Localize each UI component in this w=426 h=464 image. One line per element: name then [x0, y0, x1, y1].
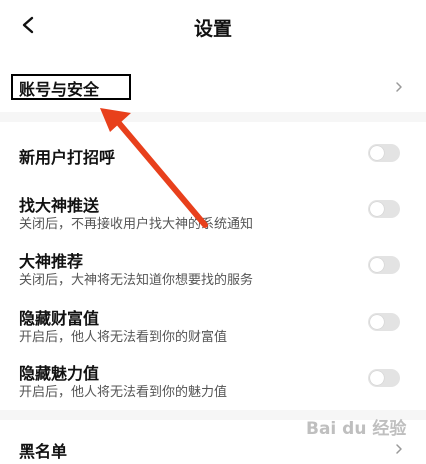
- toggle-knob: [370, 371, 384, 385]
- toggle-desc: 关闭后，大神将无法知道你想要找的服务: [19, 273, 254, 288]
- highlight-box: [11, 74, 131, 100]
- hide-wealth-toggle[interactable]: [368, 313, 400, 331]
- toggle-knob: [370, 146, 384, 160]
- toggle-knob: [370, 202, 384, 216]
- toggle-row-master-recommend: 大神推荐 关闭后，大神将无法知道你想要找的服务: [0, 242, 426, 292]
- toggle-knob: [370, 315, 384, 329]
- toggle-row-hide-charm: 隐藏魅力值 开启后，他人将无法看到你的魅力值: [0, 354, 426, 404]
- header-bar: 设置: [0, 0, 426, 58]
- master-recommend-toggle[interactable]: [368, 256, 400, 274]
- blacklist-label: 黑名单: [19, 442, 68, 461]
- toggle-desc: 关闭后，不再接收用户找大神的系统通知: [19, 217, 254, 232]
- chevron-right-icon: [396, 444, 402, 454]
- page-title: 设置: [193, 18, 232, 40]
- find-master-push-toggle[interactable]: [368, 200, 400, 218]
- toggle-knob: [370, 258, 384, 272]
- toggle-desc: 开启后，他人将无法看到你的财富值: [19, 330, 228, 345]
- toggle-row-hide-wealth: 隐藏财富值 开启后，他人将无法看到你的财富值: [0, 298, 426, 348]
- toggle-desc: 开启后，他人将无法看到你的魅力值: [19, 385, 228, 400]
- greet-new-user-toggle[interactable]: [368, 144, 400, 162]
- hide-charm-toggle[interactable]: [368, 369, 400, 387]
- section-divider: [0, 112, 426, 122]
- toggle-row-find-master-push: 找大神推送 关闭后，不再接收用户找大神的系统通知: [0, 186, 426, 236]
- toggle-row-greet-new-user: 新用户打招呼: [0, 128, 426, 178]
- watermark: Bai du 经验: [306, 419, 407, 439]
- chevron-right-icon: [396, 82, 402, 92]
- toggle-label: 新用户打招呼: [19, 148, 116, 167]
